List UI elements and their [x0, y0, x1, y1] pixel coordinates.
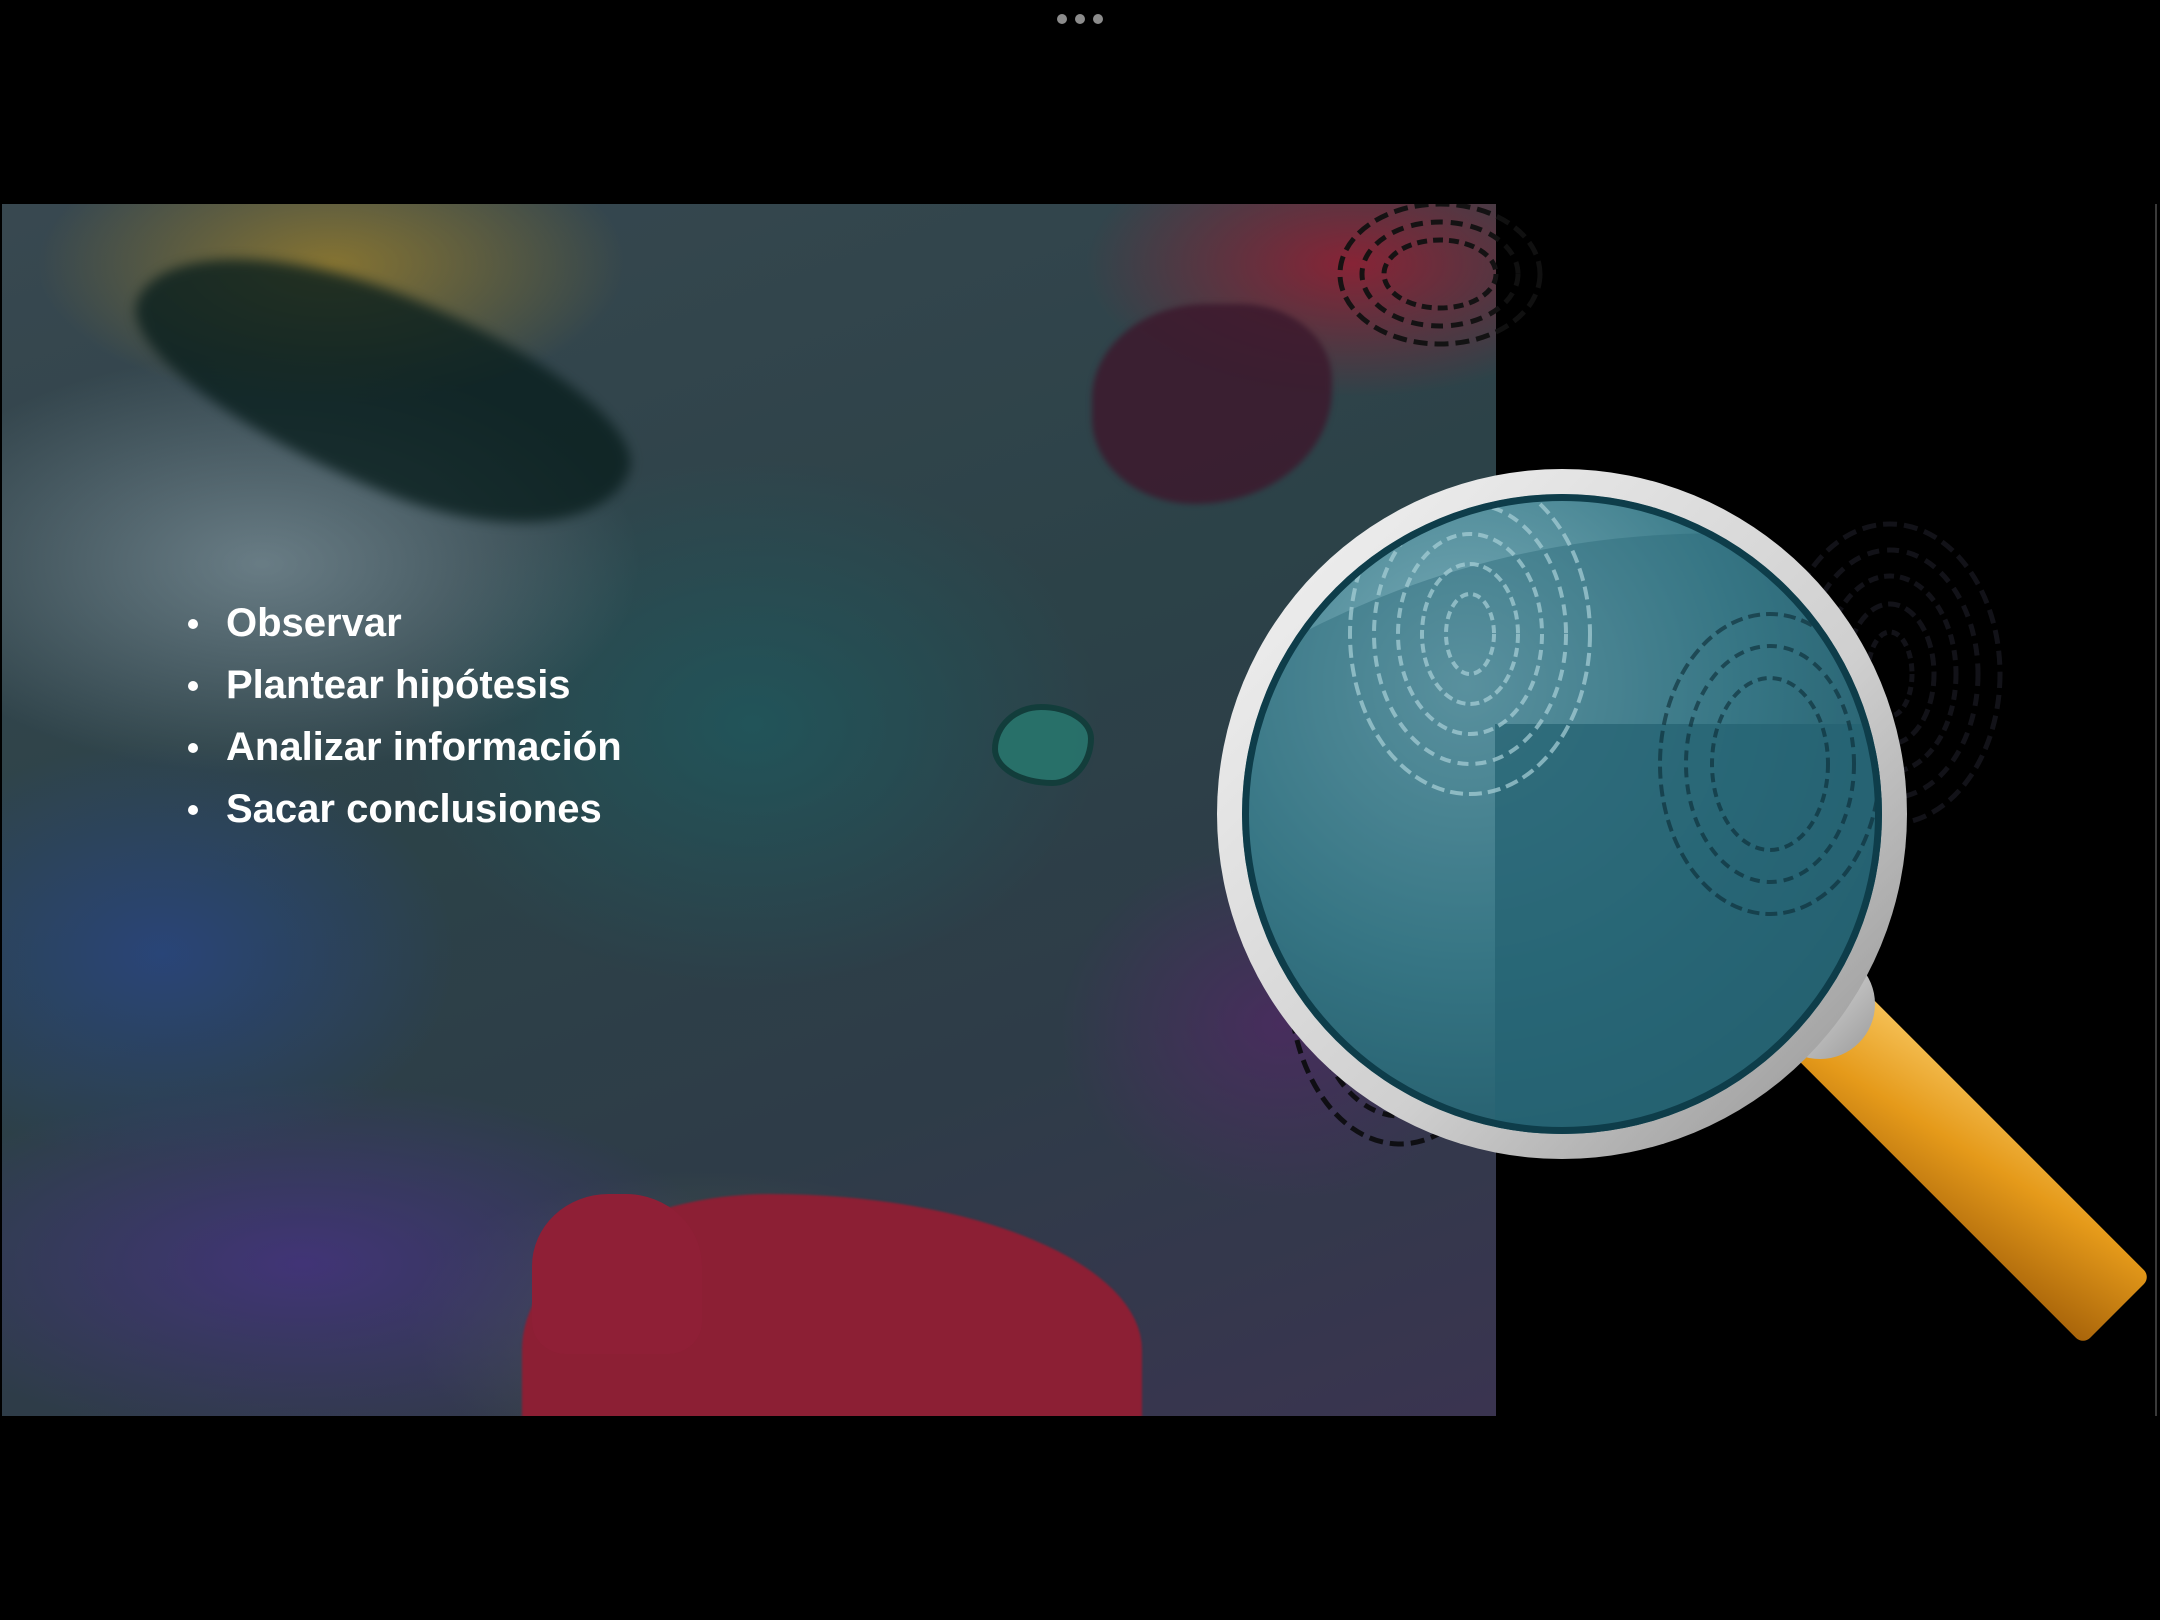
bullet-icon [188, 619, 198, 629]
bullet-icon [188, 681, 198, 691]
slide: Observar Plantear hipótesis Analizar inf… [0, 204, 2160, 1416]
more-dot [1093, 14, 1103, 24]
bullet-icon [188, 743, 198, 753]
bullet-item: Sacar conclusiones [184, 778, 622, 840]
fingerprint-icon [1337, 204, 1543, 347]
bullet-text: Observar [226, 601, 402, 645]
bullet-item: Analizar información [184, 716, 622, 778]
more-dot [1057, 14, 1067, 24]
more-options-icon[interactable] [1057, 12, 1103, 26]
presentation-viewer: Observar Plantear hipótesis Analizar inf… [0, 0, 2160, 1620]
bullet-list: Observar Plantear hipótesis Analizar inf… [184, 592, 622, 840]
bullet-text: Analizar información [226, 725, 622, 769]
ink-blot-red-2 [532, 1194, 702, 1354]
magnifying-glass-fingerprint-icon [1217, 204, 2147, 1341]
ink-blot-dark [105, 204, 659, 575]
more-dot [1075, 14, 1085, 24]
bullet-item: Observar [184, 592, 622, 654]
bullet-text: Plantear hipótesis [226, 663, 571, 707]
bullet-item: Plantear hipótesis [184, 654, 622, 716]
bullet-icon [188, 805, 198, 815]
bullet-text: Sacar conclusiones [226, 787, 602, 831]
